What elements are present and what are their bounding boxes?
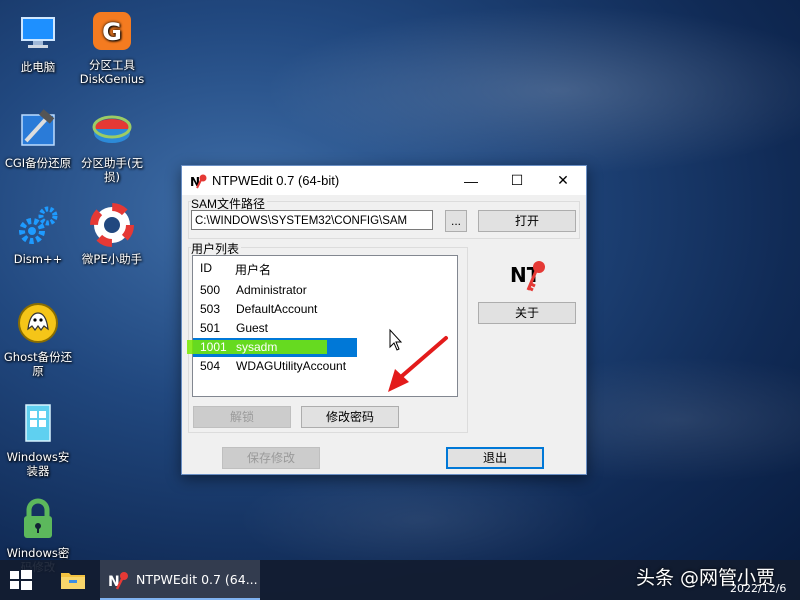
sam-path-input[interactable]: C:\WINDOWS\SYSTEM32\CONFIG\SAM <box>191 210 433 230</box>
desktop-icon-diskgenius[interactable]: G 分区工具 DiskGenius <box>74 8 150 86</box>
user-name: WDAGUtilityAccount <box>236 359 347 373</box>
user-id: 500 <box>200 283 221 297</box>
user-id: 501 <box>200 321 221 335</box>
desktop-icon-this-pc[interactable]: 此电脑 <box>0 10 76 74</box>
desktop-icon-wepe-helper[interactable]: 微PE小助手 <box>74 202 150 266</box>
user-name: Administrator <box>236 283 307 297</box>
desktop-icon-label: 此电脑 <box>20 60 56 74</box>
desktop-icon-label: CGI备份还原 <box>4 156 72 170</box>
exit-button[interactable]: 退出 <box>446 447 544 469</box>
save-changes-button[interactable]: 保存修改 <box>222 447 320 469</box>
user-name: sysadm <box>236 340 278 354</box>
windows-start-icon[interactable] <box>10 570 32 590</box>
computer-icon <box>15 10 61 56</box>
desktop-icon-label: 微PE小助手 <box>81 252 143 266</box>
desktop-icon-label: Dism++ <box>13 252 63 266</box>
ghost-icon <box>15 300 61 346</box>
minimize-button[interactable]: — <box>448 166 494 195</box>
maximize-button[interactable]: ☐ <box>494 166 540 195</box>
ntpwedit-taskbar-icon: N <box>108 570 130 590</box>
open-button[interactable]: 打开 <box>478 210 576 232</box>
user-id: 503 <box>200 302 221 316</box>
desktop-icon-label: 分区助手(无 损) <box>81 156 143 184</box>
desktop-icon-label: 分区工具 DiskGenius <box>79 58 145 86</box>
change-password-button[interactable]: 修改密码 <box>301 406 399 428</box>
hammer-icon <box>15 106 61 152</box>
gears-icon <box>15 202 61 248</box>
list-item-selected[interactable]: 1001 sysadm <box>187 338 357 357</box>
list-item[interactable]: 500 Administrator <box>193 281 457 300</box>
column-header-id[interactable]: ID <box>200 261 212 275</box>
close-button[interactable]: ✕ <box>540 166 586 195</box>
ntpwedit-logo: NT <box>509 258 549 294</box>
padlock-icon <box>15 496 61 542</box>
ntpwedit-window: N NTPWEdit 0.7 (64-bit) — ☐ ✕ SAM文件路径 C:… <box>181 165 587 475</box>
list-item[interactable]: 503 DefaultAccount <box>193 300 457 319</box>
user-id: 1001 <box>200 340 227 354</box>
installer-icon <box>15 400 61 446</box>
file-explorer-icon[interactable] <box>60 570 86 590</box>
desktop-icon-dism[interactable]: Dism++ <box>0 202 76 266</box>
about-button[interactable]: 关于 <box>478 302 576 324</box>
window-title: NTPWEdit 0.7 (64-bit) <box>212 173 340 188</box>
user-name: Guest <box>236 321 269 335</box>
desktop-icon-ghost[interactable]: Ghost备份还 原 <box>0 300 76 378</box>
partition-disk-icon <box>89 106 135 152</box>
close-icon: ✕ <box>557 172 569 188</box>
taskbar-item-label: NTPWEdit 0.7 (64... <box>136 572 258 587</box>
user-name: DefaultAccount <box>236 302 318 316</box>
unlock-button[interactable]: 解锁 <box>193 406 291 428</box>
svg-text:G: G <box>102 18 122 46</box>
lifebuoy-icon <box>89 202 135 248</box>
desktop-icon-label: Ghost备份还 原 <box>3 350 73 378</box>
clock-date[interactable]: 2022/12/6 <box>730 582 786 595</box>
list-item[interactable]: 501 Guest <box>193 319 457 338</box>
desktop-icon-label: Windows安 装器 <box>6 450 70 478</box>
desktop-icon-partition-assistant[interactable]: 分区助手(无 损) <box>74 106 150 184</box>
diskgenius-icon: G <box>89 8 135 54</box>
desktop-icon-cgi[interactable]: CGI备份还原 <box>0 106 76 170</box>
user-list[interactable]: ID 用户名 500 Administrator 503 DefaultAcco… <box>187 255 458 397</box>
list-item[interactable]: 504 WDAGUtilityAccount <box>193 357 457 376</box>
title-bar[interactable]: N NTPWEdit 0.7 (64-bit) — ☐ ✕ <box>182 166 586 195</box>
user-id: 504 <box>200 359 221 373</box>
desktop-icon-windows-installer[interactable]: Windows安 装器 <box>0 400 76 478</box>
column-header-username[interactable]: 用户名 <box>235 261 271 278</box>
browse-button[interactable]: ... <box>445 210 467 232</box>
taskbar-item-ntpwedit[interactable]: N NTPWEdit 0.7 (64... <box>100 560 260 600</box>
ntpwedit-app-icon: N <box>190 172 208 190</box>
maximize-icon: ☐ <box>510 172 524 188</box>
minimize-icon: — <box>464 172 478 189</box>
